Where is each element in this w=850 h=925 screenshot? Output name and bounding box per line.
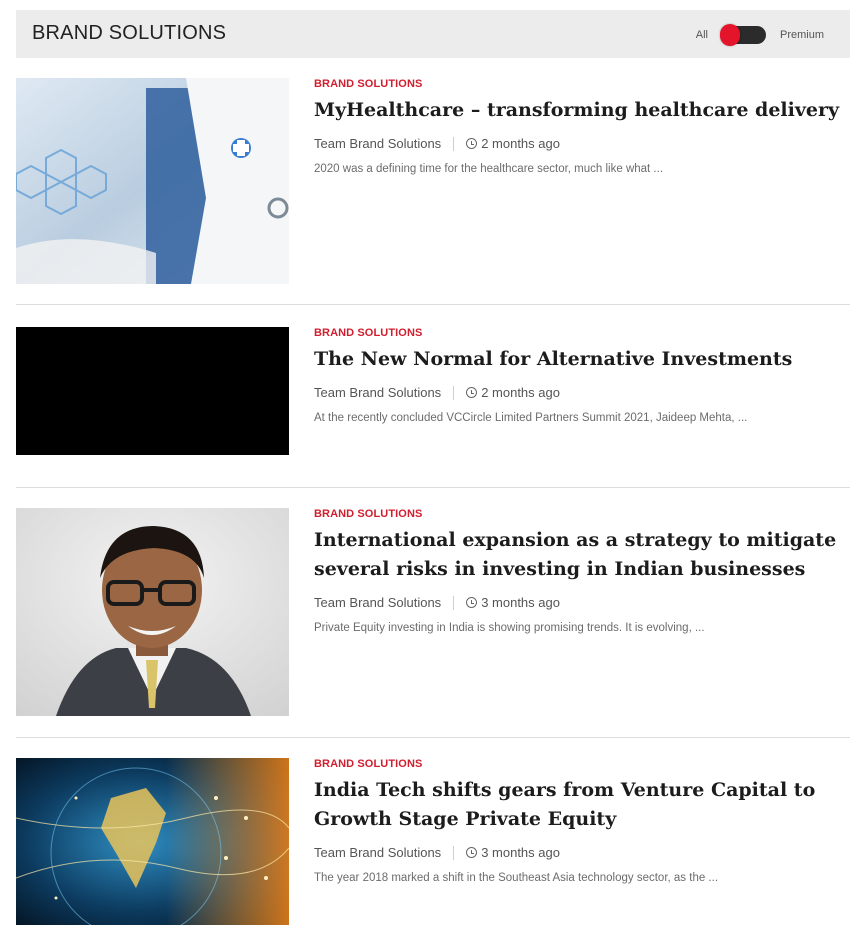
meta-separator [453,385,455,400]
divider [16,304,850,305]
article-text: BRAND SOLUTIONS MyHealthcare – transform… [314,78,850,178]
divider [16,487,850,488]
article-meta: Team Brand Solutions 2 months ago [314,136,850,151]
india-tech-globe-image [16,758,289,925]
article-category[interactable]: BRAND SOLUTIONS [314,327,850,339]
article-excerpt: Private Equity investing in India is sho… [314,622,705,634]
article-author[interactable]: Team Brand Solutions [314,385,441,400]
premium-toggle-group: All Premium [696,24,824,46]
article-thumbnail[interactable] [16,78,289,284]
meta-separator [453,595,455,610]
article-meta: Team Brand Solutions 3 months ago [314,595,850,610]
article-author[interactable]: Team Brand Solutions [314,845,441,860]
article-thumbnail[interactable] [16,508,289,716]
article-author[interactable]: Team Brand Solutions [314,595,441,610]
person-portrait-image [16,508,289,716]
article-category[interactable]: BRAND SOLUTIONS [314,508,850,520]
section-header: BRAND SOLUTIONS All Premium [16,10,850,58]
article-time: 3 months ago [481,845,560,860]
article-excerpt: The year 2018 marked a shift in the Sout… [314,872,719,884]
article-title[interactable]: MyHealthcare – transforming healthcare d… [314,96,850,125]
article-meta: Team Brand Solutions 3 months ago [314,845,850,860]
article-meta: Team Brand Solutions 2 months ago [314,385,850,400]
clock-icon [466,597,478,608]
article-title[interactable]: International expansion as a strategy to… [314,526,850,584]
article-excerpt: 2020 was a defining time for the healthc… [314,163,664,175]
article-card: BRAND SOLUTIONS MyHealthcare – transform… [16,78,850,286]
premium-toggle-switch[interactable] [719,24,766,46]
clock-icon [466,387,478,398]
article-text: BRAND SOLUTIONS The New Normal for Alter… [314,327,850,427]
article-category[interactable]: BRAND SOLUTIONS [314,78,850,90]
divider [16,737,850,738]
article-author[interactable]: Team Brand Solutions [314,136,441,151]
toggle-premium-label[interactable]: Premium [780,29,824,41]
article-text: BRAND SOLUTIONS International expansion … [314,508,850,637]
healthcare-image [16,78,289,284]
clock-icon [466,138,478,149]
toggle-knob[interactable] [719,24,740,46]
article-time: 2 months ago [481,385,560,400]
article-card: BRAND SOLUTIONS International expansion … [16,508,850,718]
meta-separator [453,845,455,860]
clock-icon [466,847,478,858]
article-thumbnail[interactable] [16,758,289,925]
article-time: 3 months ago [481,595,560,610]
article-title[interactable]: The New Normal for Alternative Investmen… [314,345,850,374]
article-category[interactable]: BRAND SOLUTIONS [314,758,850,770]
article-card: BRAND SOLUTIONS India Tech shifts gears … [16,758,850,925]
article-card: BRAND SOLUTIONS The New Normal for Alter… [16,327,850,457]
article-excerpt: At the recently concluded VCCircle Limit… [314,412,748,424]
article-time: 2 months ago [481,136,560,151]
article-thumbnail[interactable] [16,327,289,455]
section-title: BRAND SOLUTIONS [32,22,227,44]
article-title[interactable]: India Tech shifts gears from Venture Cap… [314,776,850,834]
toggle-all-label[interactable]: All [696,29,708,41]
article-text: BRAND SOLUTIONS India Tech shifts gears … [314,758,850,887]
meta-separator [453,136,455,151]
